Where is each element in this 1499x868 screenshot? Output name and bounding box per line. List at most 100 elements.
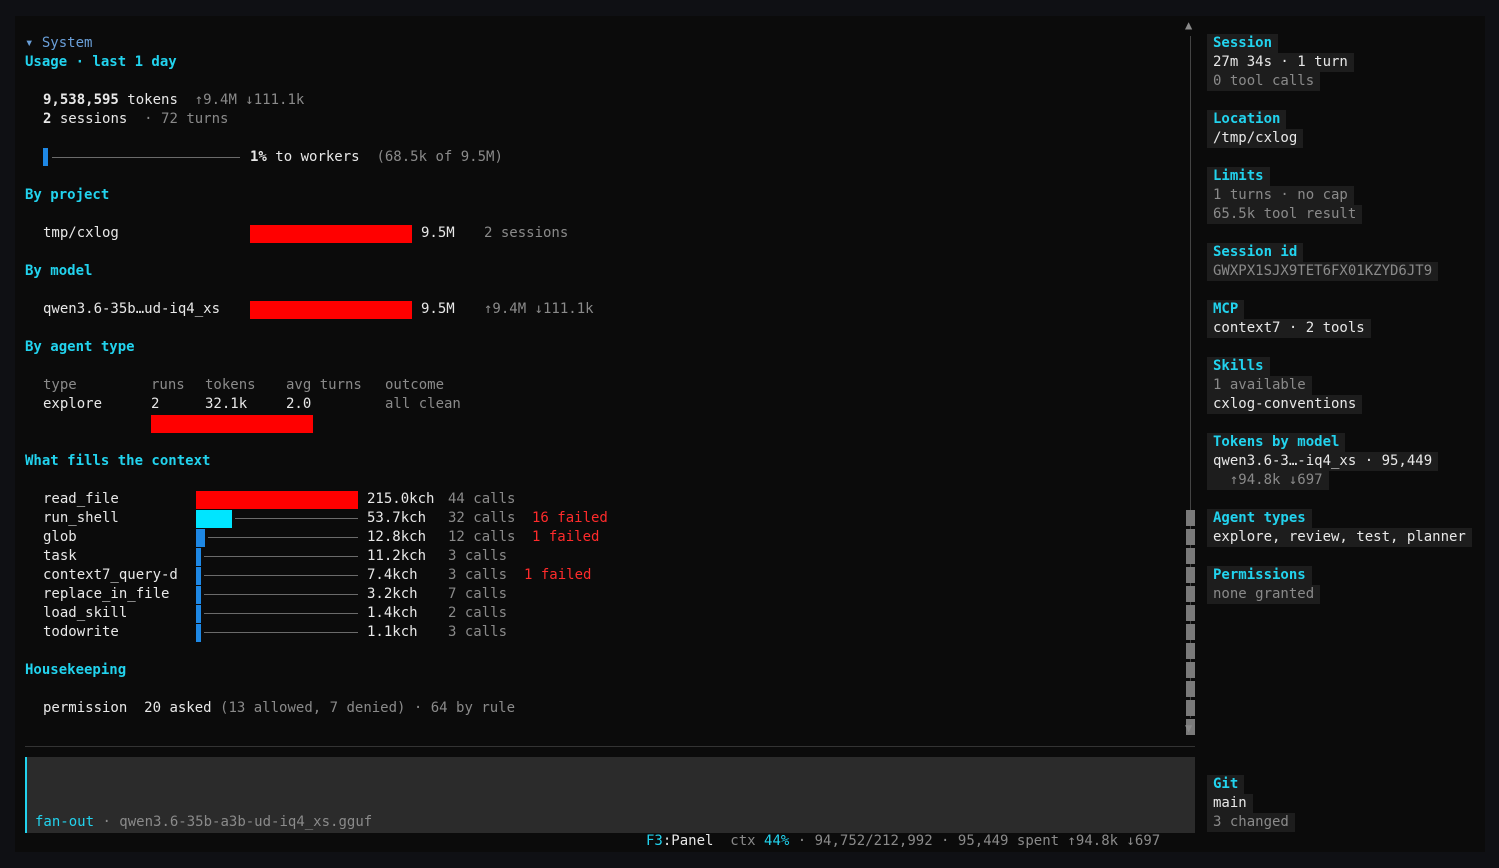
input-gutter (25, 757, 27, 776)
scrollbar-thumb-segment[interactable] (1186, 510, 1195, 526)
tool-bar-track (204, 613, 358, 614)
tool-bar-track (204, 594, 358, 595)
tool-bar-fill (196, 529, 205, 547)
agent-avg-turns: 2.0 (286, 396, 312, 412)
scrollbar-thumb-segment[interactable] (1186, 681, 1195, 697)
agent-types-title: Agent types (1207, 509, 1312, 528)
git-title: Git (1207, 775, 1245, 794)
git-branch: main (1207, 794, 1253, 813)
scrollbar-thumb-segment[interactable] (1186, 529, 1195, 545)
scrollbar-thumb-segment[interactable] (1186, 624, 1195, 640)
tool-calls: 12 calls (448, 529, 516, 545)
input-gutter (25, 795, 27, 814)
scrollbar-thumb-segment[interactable] (1186, 548, 1195, 564)
housekeeping-title: Housekeeping (25, 662, 127, 678)
agent-types-value: explore, review, test, planner (1207, 528, 1472, 547)
tool-value: 1.4kch (367, 605, 418, 621)
tool-failed: 16 failed (532, 510, 608, 526)
context-title: What fills the context (25, 453, 211, 469)
tool-value: 1.1kch (367, 624, 418, 640)
model-bar (250, 301, 412, 319)
tool-bar-fill (196, 548, 201, 566)
permissions-title: Permissions (1207, 566, 1312, 585)
sessions-summary: 2 sessions · 72 turns (43, 110, 228, 129)
scrollbar-thumb-segment[interactable] (1186, 643, 1195, 659)
tool-name: load_skill (43, 605, 128, 621)
location-path: /tmp/cxlog (1207, 129, 1304, 148)
input-gutter (25, 814, 27, 833)
project-name: tmp/cxlog (43, 225, 119, 241)
tool-calls: 32 calls (448, 510, 516, 526)
tool-name: context7_query-d (43, 567, 178, 583)
status-bar: F3:Panel ctx 44% · 94,752/212,992 · 95,4… (646, 832, 1160, 851)
workers-summary: 1% to workers (68.5k of 9.5M) (250, 148, 503, 167)
tokens-io: ↑9.4M ↓111.1k (194, 92, 305, 108)
divider (25, 746, 1195, 747)
sessions-label: sessions (59, 111, 128, 127)
session-id-value: GWXPX1SJX9TET6FX01KZYD6JT9 (1207, 262, 1439, 281)
tool-calls: 3 calls (448, 567, 508, 583)
limits-tool-result: 65.5k tool result (1207, 205, 1363, 224)
scroll-down-icon[interactable]: ▼ (1185, 719, 1192, 738)
tool-bar-fill (196, 586, 201, 604)
col-outcome: outcome (385, 377, 445, 393)
col-tokens: tokens (205, 377, 256, 393)
input-model: · qwen3.6-35b-a3b-ud-iq4_xs.gguf (102, 814, 373, 830)
workers-detail: (68.5k of 9.5M) (376, 149, 503, 165)
tool-value: 53.7kch (367, 510, 427, 526)
tokens-by-model-title: Tokens by model (1207, 433, 1346, 452)
scrollbar-thumb-segment[interactable] (1186, 586, 1195, 602)
by-model-title: By model (25, 263, 93, 279)
permission-detail: (13 allowed, 7 denied) · 64 by rule (220, 700, 516, 716)
session-title: Session (1207, 34, 1279, 53)
tool-value: 12.8kch (367, 529, 427, 545)
agent-runs: 2 (151, 396, 160, 412)
workers-label: to workers (275, 149, 360, 165)
project-bar (250, 225, 412, 243)
system-toggle[interactable]: ▾ System (25, 34, 92, 53)
tool-bar-track (204, 556, 358, 557)
scroll-up-icon[interactable]: ▲ (1185, 16, 1192, 35)
tool-calls: 7 calls (448, 586, 508, 602)
tool-bar-fill (196, 624, 201, 642)
model-name: qwen3.6-35b…ud-iq4_xs (43, 301, 221, 317)
session-id-title: Session id (1207, 243, 1304, 262)
col-type: type (43, 377, 77, 393)
agent-bar (151, 415, 313, 433)
skills-available: 1 available (1207, 376, 1312, 395)
tool-bar-track (235, 518, 358, 519)
scrollbar-thumb-segment[interactable] (1186, 605, 1195, 621)
session-tool-calls: 0 tool calls (1207, 72, 1321, 91)
col-avg-turns: avg turns (286, 377, 362, 393)
tool-value: 3.2kch (367, 586, 418, 602)
tool-value: 11.2kch (367, 548, 427, 564)
agent-type: explore (43, 396, 103, 412)
usage-title: Usage · last 1 day (25, 54, 177, 70)
tool-bar-fill (196, 491, 358, 509)
mcp-title: MCP (1207, 300, 1245, 319)
tokens-value: 9,538,595 (43, 92, 119, 108)
permission-asked: 20 asked (144, 700, 212, 716)
tool-bar-fill (196, 605, 201, 623)
input-mode-line: fan-out · qwen3.6-35b-a3b-ud-iq4_xs.gguf (35, 813, 372, 832)
tool-name: task (43, 548, 77, 564)
tokens-by-model-value: qwen3.6-3…-iq4_xs · 95,449 (1207, 452, 1439, 471)
mcp-value: context7 · 2 tools (1207, 319, 1371, 338)
scrollbar-thumb-segment[interactable] (1186, 662, 1195, 678)
tool-bar-fill (196, 510, 232, 528)
tool-bar-fill (196, 567, 201, 585)
project-value: 9.5M (421, 225, 455, 241)
input-gutter (25, 776, 27, 795)
sessions-value: 2 (43, 111, 52, 127)
panel-key[interactable]: F3 (646, 833, 663, 849)
scrollbar-thumb-segment[interactable] (1186, 567, 1195, 583)
tool-failed: 1 failed (524, 567, 592, 583)
limits-turns: 1 turns · no cap (1207, 186, 1354, 205)
skills-title: Skills (1207, 357, 1270, 376)
scrollbar-thumb-segment[interactable] (1186, 700, 1195, 716)
session-duration: 27m 34s · 1 turn (1207, 53, 1354, 72)
tool-calls: 44 calls (448, 491, 516, 507)
input-mode[interactable]: fan-out (35, 814, 94, 830)
tool-bar-track (204, 632, 358, 633)
tool-name: run_shell (43, 510, 119, 526)
